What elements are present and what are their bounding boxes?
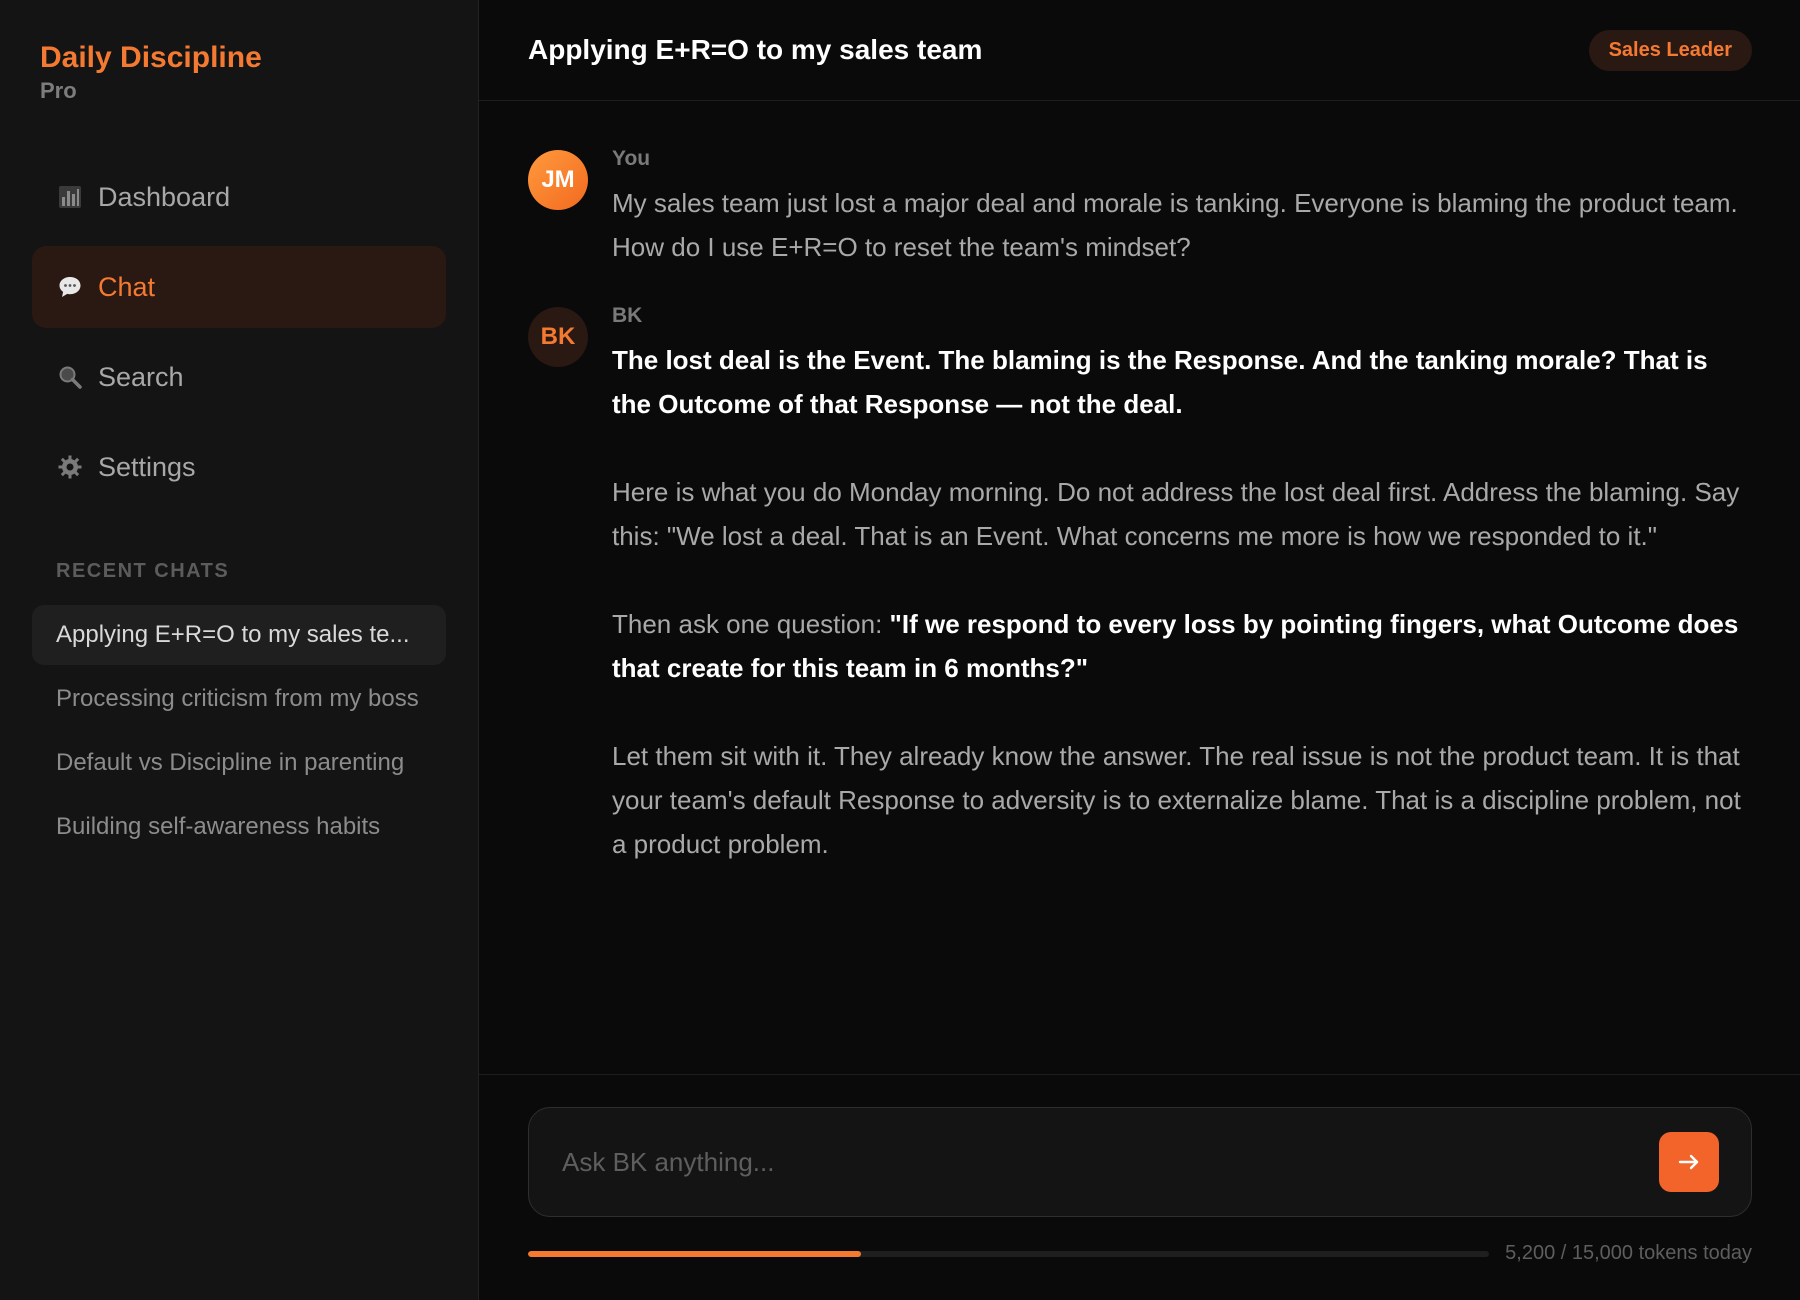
user-message: JM You My sales team just lost a major d… [528, 146, 1752, 269]
message-body: You My sales team just lost a major deal… [612, 146, 1752, 269]
recent-chat-item[interactable]: Default vs Discipline in parenting [32, 733, 446, 793]
token-usage: 5,200 / 15,000 tokens today [528, 1242, 1752, 1265]
dashboard-icon [56, 183, 84, 211]
message-text: The lost deal is the Event. The blaming … [612, 338, 1752, 866]
message-body: BK The lost deal is the Event. The blami… [612, 303, 1752, 866]
chat-bubble-icon [56, 273, 84, 301]
sidebar-item-search[interactable]: Search [32, 336, 446, 418]
search-icon [56, 363, 84, 391]
chat-header: Applying E+R=O to my sales team Sales Le… [479, 0, 1800, 101]
message-paragraph: Here is what you do Monday morning. Do n… [612, 477, 1740, 551]
sidebar-item-settings[interactable]: Settings [32, 426, 446, 508]
token-usage-bar [528, 1250, 1490, 1257]
sidebar-item-chat[interactable]: Chat [32, 246, 446, 328]
recent-chat-label: Building self-awareness habits [56, 813, 381, 840]
recent-chat-label: Applying E+R=O to my sales te... [56, 621, 410, 648]
message-paragraph: Let them sit with it. They already know … [612, 741, 1741, 859]
token-usage-text: 5,200 / 15,000 tokens today [1505, 1242, 1752, 1264]
message-paragraph: Then ask one question: "If we respond to… [612, 602, 1752, 690]
message-input[interactable] [562, 1146, 1659, 1178]
gear-icon [56, 453, 84, 481]
message-list: JM You My sales team just lost a major d… [479, 101, 1800, 1074]
sidebar-item-label: Settings [98, 451, 196, 482]
sidebar-item-label: Dashboard [98, 181, 231, 212]
avatar: BK [528, 307, 588, 367]
message-sender: You [612, 147, 651, 170]
sidebar-item-label: Chat [98, 271, 156, 302]
sidebar-item-label: Search [98, 361, 184, 392]
brand-title: Daily Discipline [40, 41, 262, 74]
message-text-lead: Then ask one question: [612, 609, 890, 639]
recent-chat-item[interactable]: Processing criticism from my boss [32, 669, 446, 729]
message-paragraph: The lost deal is the Event. The blaming … [612, 345, 1708, 419]
recent-chats-list: Applying E+R=O to my sales te... Process… [32, 605, 446, 857]
message-input-box [528, 1107, 1752, 1217]
recent-chat-item[interactable]: Applying E+R=O to my sales te... [32, 605, 446, 665]
brand-subtitle: Pro [40, 78, 77, 103]
send-button[interactable] [1659, 1132, 1719, 1192]
recent-chat-label: Default vs Discipline in parenting [56, 749, 405, 776]
recent-chat-label: Processing criticism from my boss [56, 685, 419, 712]
token-usage-fill [528, 1250, 862, 1257]
role-badge: Sales Leader [1588, 29, 1752, 71]
sidebar-item-dashboard[interactable]: Dashboard [32, 156, 446, 238]
chat-main: Applying E+R=O to my sales team Sales Le… [479, 0, 1800, 1300]
arrow-right-icon [1678, 1154, 1699, 1170]
recent-chat-item[interactable]: Building self-awareness habits [32, 797, 446, 857]
sidebar: Daily Discipline Pro Dashboard Chat Sear… [0, 0, 479, 1300]
app: Daily Discipline Pro Dashboard Chat Sear… [0, 0, 1800, 1300]
chat-title: Applying E+R=O to my sales team [528, 34, 983, 65]
composer: 5,200 / 15,000 tokens today [479, 1074, 1800, 1300]
avatar: JM [528, 150, 588, 210]
recent-chats-heading: RECENT CHATS [56, 560, 230, 582]
message-sender: BK [612, 304, 643, 327]
sidebar-nav: Dashboard Chat Search Settings [32, 156, 446, 508]
message-text: My sales team just lost a major deal and… [612, 188, 1738, 262]
assistant-message: BK BK The lost deal is the Event. The bl… [528, 303, 1752, 866]
